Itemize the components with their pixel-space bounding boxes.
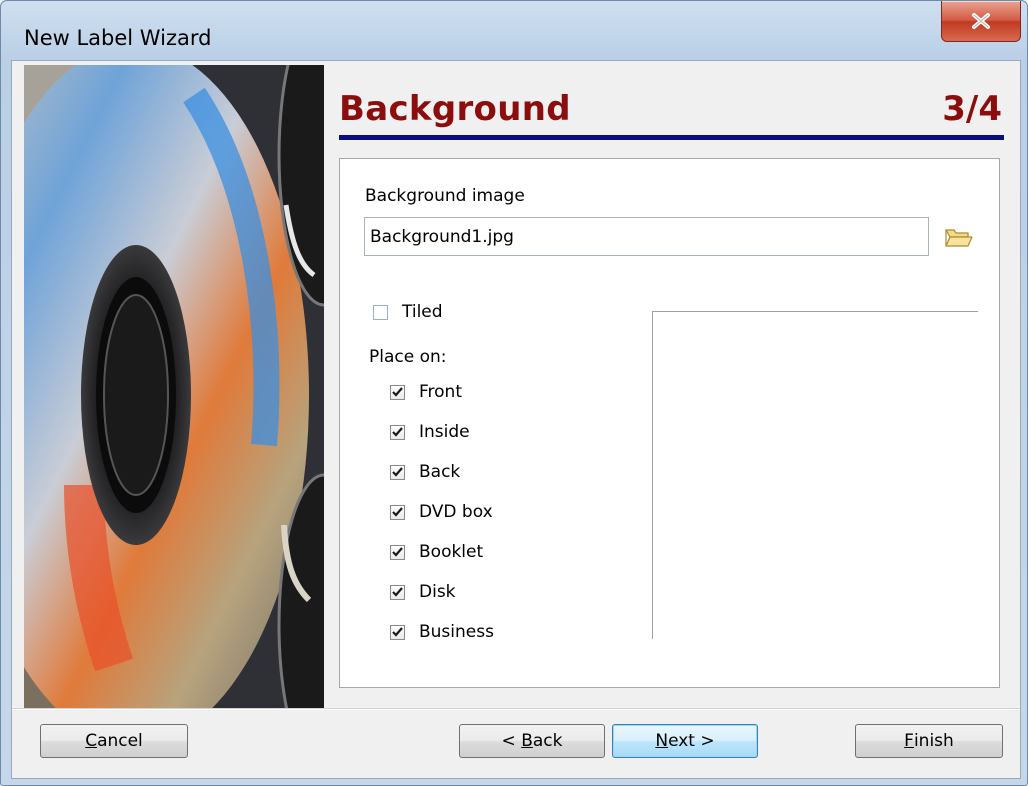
place-on-label-back: Back — [419, 462, 461, 482]
tiled-checkbox[interactable] — [373, 304, 388, 320]
background-image-label: Background image — [365, 186, 525, 206]
preview-border-top — [652, 311, 978, 312]
wizard-window: New Label Wizard Background 3/4 Backgrou… — [0, 0, 1028, 786]
back-button[interactable]: < Back — [459, 724, 605, 758]
checkbox-checked[interactable] — [390, 504, 405, 520]
place-on-label-dvd-box: DVD box — [419, 502, 493, 522]
tiled-checkbox-row[interactable]: Tiled — [373, 302, 443, 322]
close-button[interactable] — [941, 1, 1021, 42]
cancel-button-accel: C — [85, 731, 98, 751]
place-on-label-booklet: Booklet — [419, 542, 484, 562]
browse-button[interactable] — [943, 223, 975, 251]
checkbox-checked[interactable] — [390, 384, 405, 400]
checkmark-icon — [392, 587, 403, 597]
back-button-post: ack — [532, 731, 563, 751]
checkmark-icon — [392, 507, 403, 517]
place-on-label-disk: Disk — [419, 582, 456, 602]
page-header: Background 3/4 — [339, 83, 1004, 140]
wizard-client-area: Background 3/4 Background image Tiled Pl… — [11, 60, 1021, 779]
background-options-panel: Background image Tiled Place on: Front — [339, 158, 1000, 688]
checkbox-checked[interactable] — [390, 544, 405, 560]
close-icon — [972, 13, 990, 29]
finish-button[interactable]: Finish — [855, 724, 1003, 758]
cd-disc-illustration — [24, 65, 324, 708]
header-underline — [339, 135, 1004, 140]
checkmark-icon — [392, 427, 403, 437]
back-button-accel: B — [521, 731, 533, 751]
place-on-item-back[interactable]: Back — [390, 462, 460, 482]
preview-border-left — [652, 311, 653, 639]
place-on-label: Place on: — [369, 347, 447, 367]
checkbox-checked[interactable] — [390, 584, 405, 600]
folder-open-icon — [944, 229, 973, 247]
checkmark-icon — [392, 627, 403, 637]
cancel-button[interactable]: Cancel — [40, 724, 188, 758]
checkmark-icon — [392, 547, 403, 557]
next-button[interactable]: Next > — [612, 724, 758, 758]
place-on-label-inside: Inside — [419, 422, 470, 442]
place-on-item-business[interactable]: Business — [390, 622, 494, 642]
finish-button-accel: F — [904, 731, 914, 751]
checkbox-checked[interactable] — [390, 624, 405, 640]
next-button-post: ext > — [668, 731, 715, 751]
finish-button-post: inish — [913, 731, 954, 751]
checkmark-icon — [392, 387, 403, 397]
window-title: New Label Wizard — [24, 26, 212, 50]
checkbox-checked[interactable] — [390, 464, 405, 480]
page-title: Background — [339, 89, 571, 129]
cancel-button-post: ancel — [97, 731, 143, 751]
place-on-item-booklet[interactable]: Booklet — [390, 542, 483, 562]
place-on-item-dvd-box[interactable]: DVD box — [390, 502, 493, 522]
checkmark-icon — [392, 467, 403, 477]
background-image-input[interactable] — [364, 217, 929, 256]
cd-disc-image — [24, 65, 324, 708]
place-on-label-business: Business — [419, 622, 494, 642]
title-bar[interactable]: New Label Wizard — [1, 1, 1027, 61]
checkbox-checked[interactable] — [390, 424, 405, 440]
place-on-item-disk[interactable]: Disk — [390, 582, 456, 602]
back-button-pre: < — [501, 731, 522, 751]
step-indicator: 3/4 — [942, 89, 1002, 129]
next-button-accel: N — [655, 731, 669, 751]
place-on-label-front: Front — [419, 382, 462, 402]
footer-divider — [12, 708, 1020, 709]
tiled-label: Tiled — [402, 302, 443, 322]
background-preview-frame — [652, 311, 978, 639]
place-on-item-front[interactable]: Front — [390, 382, 462, 402]
place-on-item-inside[interactable]: Inside — [390, 422, 470, 442]
